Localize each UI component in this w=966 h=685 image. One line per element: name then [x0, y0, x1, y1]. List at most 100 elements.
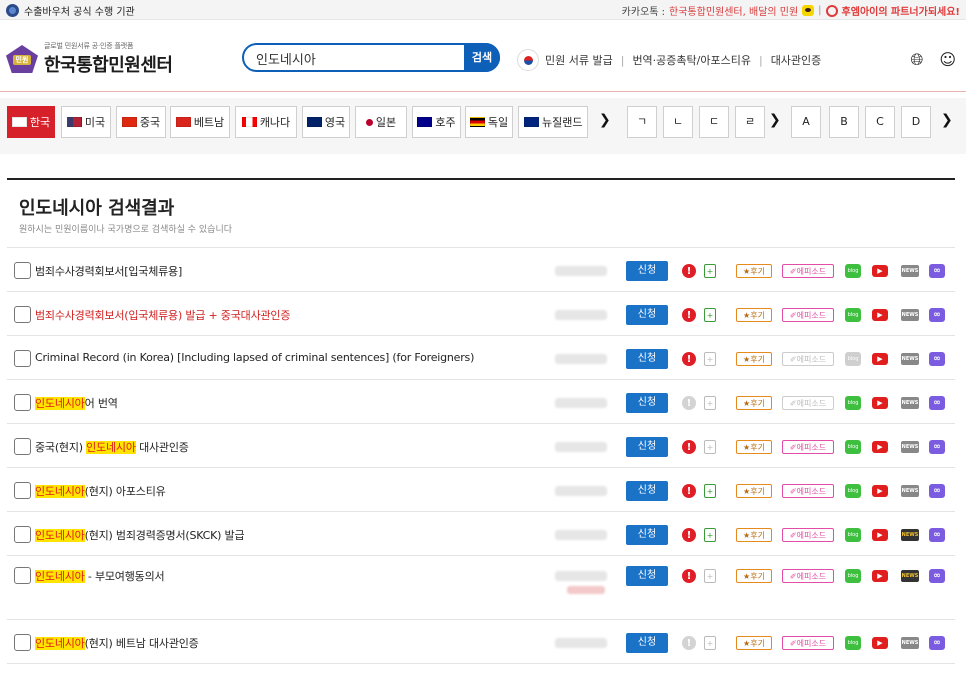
news-icon[interactable]: NEWS [901, 529, 919, 541]
result-name[interactable]: 인도네시아(현지) 범죄경력증명서(SKCK) 발급 [35, 527, 245, 543]
alert-icon[interactable]: ! [682, 396, 696, 410]
link-icon[interactable]: ∞ [929, 484, 945, 498]
result-row[interactable]: 범죄수사경력회보서(입국체류용) 발급 + 중국대사관인증 신청! + ★후기 ✐에피소… [7, 291, 955, 335]
result-row[interactable]: 인도네시아(현지) 베트남 대사관인증 신청! + ★후기 ✐에피소드 blog ▶ NEWS… [7, 619, 955, 663]
country-next-arrow-icon[interactable]: ❯ [599, 112, 611, 128]
kakao-icon[interactable] [802, 5, 815, 16]
youtube-icon[interactable]: ▶ [872, 637, 888, 649]
tab-letter-digeut[interactable]: ㄷ [699, 106, 729, 138]
tab-uk[interactable]: 영국 [302, 106, 350, 138]
result-row[interactable]: 인도네시아 - 부모여행동의서 신청! + ★후기 ✐에피소드 blog ▶ NEWS ∞ [7, 555, 955, 619]
blog-icon[interactable]: blog [845, 569, 861, 583]
row-checkbox[interactable] [14, 482, 31, 499]
apply-button[interactable]: 신청 [626, 566, 668, 586]
alert-icon[interactable]: ! [682, 569, 696, 583]
youtube-icon[interactable]: ▶ [872, 441, 888, 453]
tab-new-zealand[interactable]: 뉴질랜드 [518, 106, 588, 138]
review-button[interactable]: ★후기 [736, 264, 772, 278]
link-icon[interactable]: ∞ [929, 396, 945, 410]
episode-button[interactable]: ✐에피소드 [782, 528, 834, 542]
tab-letter-a[interactable]: A [791, 106, 821, 138]
result-name[interactable]: 중국(현지) 인도네시아 대사관인증 [35, 439, 189, 455]
tab-letter-b[interactable]: B [829, 106, 859, 138]
result-name[interactable]: 인도네시아(현지) 아포스티유 [35, 483, 166, 499]
document-preview-icon[interactable]: + [704, 396, 716, 410]
blog-icon[interactable]: blog [845, 308, 861, 322]
nav-embassy[interactable]: 대사관인증 [771, 52, 822, 68]
document-preview-icon[interactable]: + [704, 569, 716, 583]
alert-icon[interactable]: ! [682, 264, 696, 278]
document-preview-icon[interactable]: + [704, 264, 716, 278]
episode-button[interactable]: ✐에피소드 [782, 484, 834, 498]
youtube-icon[interactable]: ▶ [872, 265, 888, 277]
link-icon[interactable]: ∞ [929, 636, 945, 650]
tab-usa[interactable]: 미국 [61, 106, 111, 138]
nav-translation[interactable]: 번역·공증촉탁/아포스티유 [632, 52, 751, 68]
document-preview-icon[interactable]: + [704, 636, 716, 650]
alert-icon[interactable]: ! [682, 308, 696, 322]
episode-button[interactable]: ✐에피소드 [782, 636, 834, 650]
result-name[interactable]: Criminal Record (in Korea) [Including la… [35, 351, 474, 364]
tab-japan[interactable]: 일본 [355, 106, 407, 138]
blog-icon[interactable]: blog [845, 396, 861, 410]
result-name[interactable]: 범죄수사경력회보서(입국체류용) 발급 + 중국대사관인증 [35, 307, 290, 323]
result-name[interactable]: 인도네시아 - 부모여행동의서 [35, 568, 165, 584]
site-logo[interactable]: 민원 글로벌 민원서류 공·인증 플랫폼 한국통합민원센터 [6, 41, 173, 77]
news-icon[interactable]: NEWS [901, 309, 919, 321]
blog-icon[interactable]: blog [845, 264, 861, 278]
row-checkbox[interactable] [14, 394, 31, 411]
news-icon[interactable]: NEWS [901, 485, 919, 497]
alphabet-next-arrow-icon[interactable]: ❯ [941, 112, 953, 128]
review-button[interactable]: ★후기 [736, 569, 772, 583]
episode-button[interactable]: ✐에피소드 [782, 440, 834, 454]
blog-icon[interactable]: blog [845, 440, 861, 454]
tab-letter-d[interactable]: D [901, 106, 931, 138]
blog-icon[interactable]: blog [845, 636, 861, 650]
review-button[interactable]: ★후기 [736, 396, 772, 410]
tab-germany[interactable]: 독일 [465, 106, 513, 138]
review-button[interactable]: ★후기 [736, 308, 772, 322]
blog-icon[interactable]: blog [845, 484, 861, 498]
row-checkbox[interactable] [14, 526, 31, 543]
episode-button[interactable]: ✐에피소드 [782, 396, 834, 410]
blog-icon[interactable]: blog [845, 352, 861, 366]
tab-canada[interactable]: 캐나다 [235, 106, 297, 138]
letter-next-arrow-icon[interactable]: ❯ [769, 112, 781, 128]
review-button[interactable]: ★후기 [736, 484, 772, 498]
tab-china[interactable]: 중국 [116, 106, 166, 138]
document-preview-icon[interactable]: + [704, 308, 716, 322]
link-icon[interactable]: ∞ [929, 308, 945, 322]
result-row[interactable]: 인도네시아어 번역 신청! + ★후기 ✐에피소드 blog ▶ NEWS ∞ [7, 379, 955, 423]
tab-korea[interactable]: 한국 [7, 106, 55, 138]
youtube-icon[interactable]: ▶ [872, 309, 888, 321]
apply-button[interactable]: 신청 [626, 633, 668, 653]
result-name[interactable]: 인도네시아(현지) 베트남 대사관인증 [35, 635, 199, 651]
alert-icon[interactable]: ! [682, 636, 696, 650]
result-name[interactable]: 인도네시아어 번역 [35, 395, 118, 411]
tab-letter-giyeok[interactable]: ㄱ [627, 106, 657, 138]
apply-button[interactable]: 신청 [626, 349, 668, 369]
row-checkbox[interactable] [14, 438, 31, 455]
review-button[interactable]: ★후기 [736, 528, 772, 542]
tab-vietnam[interactable]: 베트남 [170, 106, 230, 138]
nav-issue-docs[interactable]: 민원 서류 발급 [545, 52, 613, 68]
alert-icon[interactable]: ! [682, 484, 696, 498]
episode-button[interactable]: ✐에피소드 [782, 308, 834, 322]
apply-button[interactable]: 신청 [626, 525, 668, 545]
news-icon[interactable]: NEWS [901, 441, 919, 453]
alert-icon[interactable]: ! [682, 352, 696, 366]
apply-button[interactable]: 신청 [626, 305, 668, 325]
news-icon[interactable]: NEWS [901, 353, 919, 365]
review-button[interactable]: ★후기 [736, 636, 772, 650]
link-icon[interactable]: ∞ [929, 352, 945, 366]
kakao-link[interactable]: 한국통합민원센터, 배달의 민원 [669, 3, 798, 18]
row-checkbox[interactable] [14, 567, 31, 584]
link-icon[interactable]: ∞ [929, 264, 945, 278]
result-row[interactable]: Criminal Record (in Korea) [Including la… [7, 335, 955, 379]
episode-button[interactable]: ✐에피소드 [782, 352, 834, 366]
alert-icon[interactable]: ! [682, 528, 696, 542]
youtube-icon[interactable]: ▶ [872, 353, 888, 365]
youtube-icon[interactable]: ▶ [872, 485, 888, 497]
globe-icon[interactable]: 🌐︎ [911, 50, 924, 70]
youtube-icon[interactable]: ▶ [872, 397, 888, 409]
